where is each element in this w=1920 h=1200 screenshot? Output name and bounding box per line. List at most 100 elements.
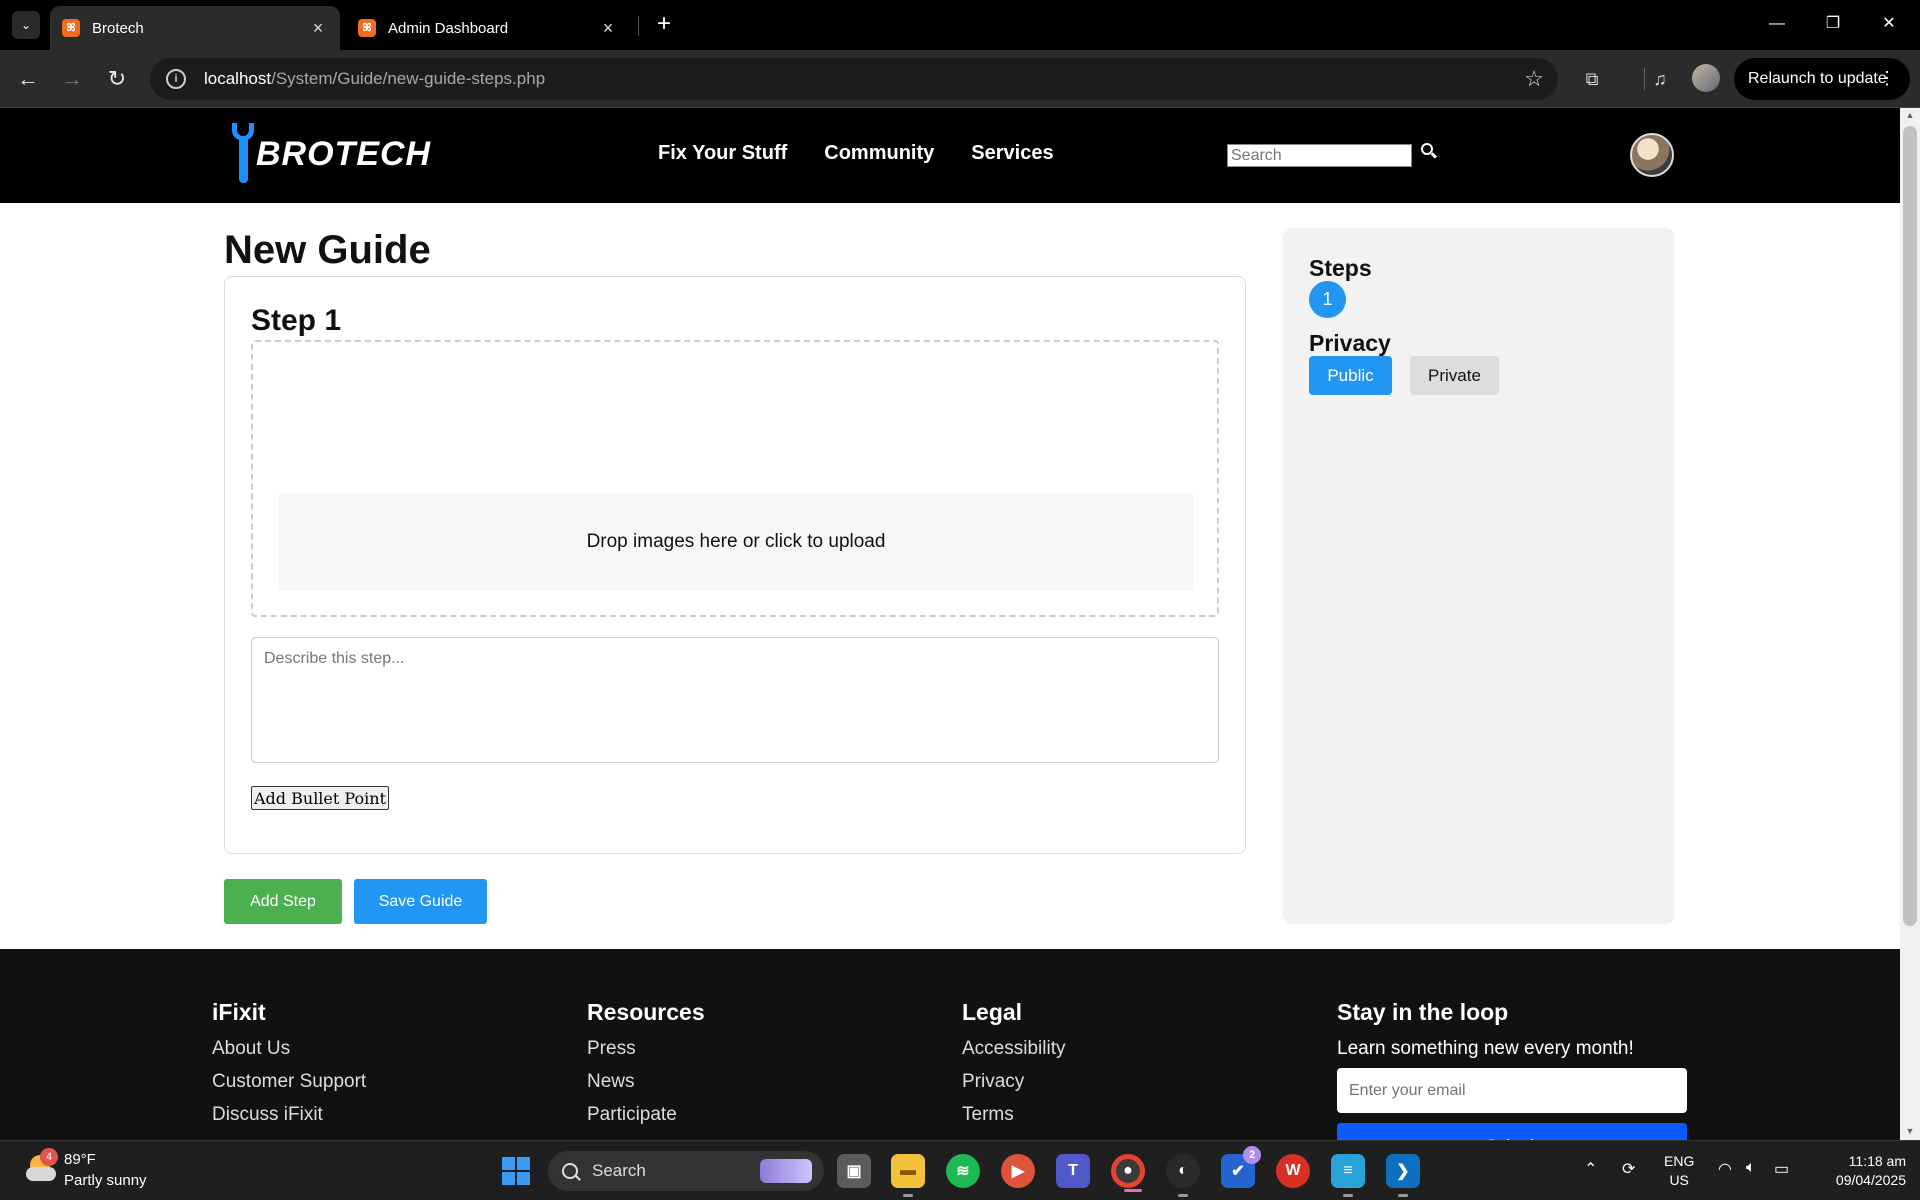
page-scrollbar[interactable]: ▲ ▼ [1900, 108, 1920, 1140]
tab-search-button[interactable]: ⌄ [12, 11, 40, 39]
footer-link-press[interactable]: Press [587, 1038, 705, 1060]
battery-icon[interactable]: ▭ [1774, 1159, 1789, 1179]
footer-link-discuss-ifixit[interactable]: Discuss iFixit [212, 1104, 366, 1126]
back-button[interactable]: ← [12, 63, 44, 95]
obs-icon[interactable]: ◐ [1166, 1154, 1200, 1197]
brotech-logo[interactable]: BROTECH [232, 122, 431, 186]
teams-icon[interactable]: T [1056, 1154, 1090, 1188]
site-footer: iFixit About Us Customer Support Discuss… [0, 949, 1900, 1140]
privacy-heading: Privacy [1309, 330, 1391, 356]
newsletter-submit-button[interactable]: Submit [1337, 1123, 1687, 1140]
nav-community[interactable]: Community [824, 142, 934, 165]
nav-fix-your-stuff[interactable]: Fix Your Stuff [658, 142, 787, 165]
system-clock[interactable]: 11:18 am 09/04/2025 [1812, 1152, 1906, 1190]
close-tab-icon[interactable]: × [308, 18, 328, 39]
windows-start-icon[interactable] [502, 1157, 530, 1185]
restore-window-button[interactable]: ❐ [1810, 8, 1856, 40]
user-avatar[interactable] [1630, 133, 1674, 177]
newsletter-text: Learn something new every month! [1337, 1038, 1634, 1059]
wrench-logo-icon [232, 123, 254, 185]
privacy-private-button[interactable]: Private [1410, 356, 1499, 395]
close-window-button[interactable]: ✕ [1866, 8, 1912, 40]
chrome-icon[interactable]: ● [1111, 1154, 1145, 1192]
close-tab-icon[interactable]: × [598, 18, 618, 39]
footer-column-legal: Legal Accessibility Privacy Terms [962, 999, 1065, 1137]
url-host: localhost [204, 69, 272, 88]
save-guide-button[interactable]: Save Guide [354, 879, 487, 924]
browser-profile-avatar[interactable] [1692, 64, 1720, 92]
newsletter-email-input[interactable] [1337, 1068, 1687, 1113]
tab-title: Admin Dashboard [388, 19, 509, 37]
scrollbar-thumb[interactable] [1903, 126, 1917, 926]
clock-time: 11:18 am [1848, 1153, 1906, 1169]
weather-condition[interactable]: Partly sunny [64, 1172, 147, 1189]
footer-heading: Legal [962, 999, 1023, 1025]
relaunch-to-update-button[interactable]: Relaunch to update ⋮ [1734, 58, 1910, 100]
footer-link-customer-support[interactable]: Customer Support [212, 1071, 366, 1093]
scroll-down-arrow-icon[interactable]: ▼ [1904, 1126, 1916, 1138]
bookmark-star-icon[interactable]: ☆ [1524, 66, 1544, 92]
todo-icon[interactable]: ✔ 2 [1221, 1146, 1261, 1188]
vscode-icon[interactable]: ❯ [1386, 1154, 1420, 1197]
xampp-favicon-icon: ꕤ [62, 19, 80, 37]
footer-newsletter: Stay in the loop Learn something new eve… [1337, 999, 1687, 1140]
dropzone-label[interactable]: Drop images here or click to upload [279, 493, 1193, 591]
wifi-icon[interactable]: ◠ [1718, 1159, 1732, 1179]
site-info-icon[interactable]: i [166, 69, 186, 89]
task-view-icon[interactable]: ▣ [837, 1154, 871, 1188]
footer-link-participate[interactable]: Participate [587, 1104, 705, 1126]
lang-region: US [1669, 1172, 1689, 1188]
lang-code: ENG [1664, 1153, 1695, 1169]
site-search-input[interactable] [1227, 144, 1412, 167]
guide-sidebar: Steps 1 Privacy Public Private [1283, 228, 1675, 924]
footer-link-about-us[interactable]: About Us [212, 1038, 366, 1060]
add-bullet-point-button[interactable]: Add Bullet Point [251, 786, 390, 810]
step-number-1[interactable]: 1 [1309, 281, 1346, 318]
sync-icon[interactable]: ⟳ [1622, 1159, 1635, 1179]
footer-column-ifixit: iFixit About Us Customer Support Discuss… [212, 999, 366, 1137]
footer-link-news[interactable]: News [587, 1071, 705, 1093]
search-highlight-image [760, 1159, 812, 1183]
file-explorer-icon[interactable]: ▬ [891, 1154, 925, 1197]
tab-divider [638, 16, 639, 36]
footer-link-terms[interactable]: Terms [962, 1104, 1065, 1126]
notepad-icon[interactable]: ≡ [1331, 1154, 1365, 1197]
media-player-icon[interactable]: ▶ [1001, 1154, 1035, 1188]
taskbar-search-label: Search [592, 1161, 646, 1180]
scroll-up-arrow-icon[interactable]: ▲ [1904, 110, 1916, 122]
page-title: New Guide [224, 228, 431, 272]
new-tab-button[interactable]: + [650, 11, 678, 39]
footer-link-accessibility[interactable]: Accessibility [962, 1038, 1065, 1060]
browser-tab-brotech[interactable]: ꕤ Brotech × [50, 6, 340, 50]
main-nav: Fix Your Stuff Community Services [658, 142, 1054, 165]
taskbar-search-box[interactable]: Search [548, 1151, 824, 1191]
image-dropzone[interactable]: Drop images here or click to upload [251, 340, 1219, 617]
search-icon[interactable] [1421, 143, 1438, 159]
privacy-public-button[interactable]: Public [1309, 356, 1392, 395]
address-bar[interactable]: i localhost/System/Guide/new-guide-steps… [150, 58, 1558, 100]
minimize-window-button[interactable]: — [1754, 8, 1800, 40]
weather-temperature[interactable]: 89°F [64, 1151, 96, 1168]
weather-badge: 4 [40, 1148, 58, 1166]
more-menu-icon: ⋮ [1878, 68, 1896, 88]
clock-date: 09/04/2025 [1835, 1172, 1906, 1188]
browser-toolbar: ← → ↻ i localhost/System/Guide/new-guide… [0, 50, 1920, 108]
spotify-icon[interactable]: ≋ [946, 1154, 980, 1188]
step-description-textarea[interactable] [251, 637, 1219, 763]
extensions-puzzle-icon[interactable]: ⧉ [1578, 65, 1606, 93]
show-hidden-icons-chevron-icon[interactable]: ⌃ [1584, 1159, 1597, 1179]
input-language-indicator[interactable]: ENG US [1664, 1152, 1694, 1190]
tab-title: Brotech [92, 19, 144, 37]
browser-tab-bar: ⌄ ꕤ Brotech × ꕤ Admin Dashboard × + — ❐ … [0, 0, 1920, 50]
footer-link-privacy[interactable]: Privacy [962, 1071, 1065, 1093]
browser-tab-admin-dashboard[interactable]: ꕤ Admin Dashboard × [346, 6, 630, 50]
reload-button[interactable]: ↻ [101, 63, 133, 95]
wps-office-icon[interactable]: W [1276, 1154, 1310, 1188]
forward-button[interactable]: → [56, 63, 88, 95]
add-step-button[interactable]: Add Step [224, 879, 342, 924]
volume-icon[interactable]: 🔈︎ [1746, 1159, 1756, 1177]
toolbar-divider [1644, 68, 1645, 90]
nav-services[interactable]: Services [971, 142, 1053, 165]
steps-heading: Steps [1309, 255, 1372, 281]
media-controls-icon[interactable]: ♫ [1646, 65, 1674, 93]
